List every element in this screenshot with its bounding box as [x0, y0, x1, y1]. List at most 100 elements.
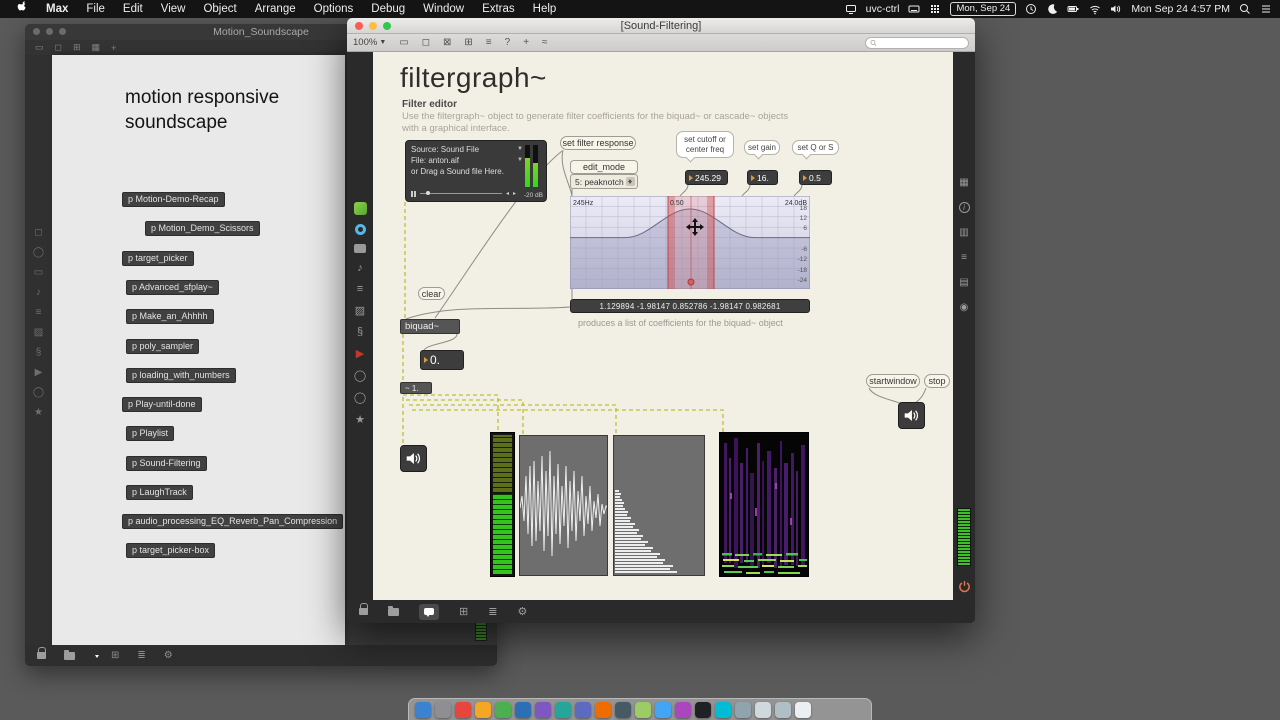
output-numberbox[interactable]: 0.	[420, 350, 464, 370]
fg-window-titlebar[interactable]: [Sound-Filtering]	[347, 18, 975, 34]
sig-object[interactable]: ~ 1.	[400, 382, 432, 394]
dac-toggle-button[interactable]	[898, 402, 925, 429]
message-box-icon[interactable]	[354, 244, 366, 253]
set-filter-response-message[interactable]: set filter response	[560, 136, 636, 150]
patch-motion-demo-recap[interactable]: p Motion-Demo-Recap	[122, 192, 225, 207]
search-input[interactable]	[880, 37, 964, 48]
stop-message[interactable]: stop	[924, 374, 950, 388]
sliders-icon[interactable]: ≡	[357, 283, 363, 295]
comment-icon[interactable]: ⊞	[73, 42, 81, 53]
coefficients-message[interactable]: 1.129894 -1.98147 0.852786 -1.98147 0.98…	[570, 299, 810, 313]
circle-icon[interactable]: ◯	[33, 247, 44, 258]
clear-message[interactable]: clear	[418, 287, 445, 300]
layers-icon[interactable]: ▤	[959, 277, 968, 288]
menu-help[interactable]: Help	[524, 0, 566, 18]
dock-icon[interactable]	[775, 701, 791, 718]
close-box-icon[interactable]: ⊠	[443, 37, 451, 48]
menu-edit[interactable]: Edit	[114, 0, 152, 18]
patch-laughtrack[interactable]: p LaughTrack	[126, 485, 193, 500]
patch-sound-filtering[interactable]: p Sound-Filtering	[126, 456, 207, 471]
object-icon[interactable]: ▭	[35, 42, 44, 53]
grid-icon[interactable]: ▦	[959, 177, 968, 188]
sliders-icon[interactable]: ≡	[36, 307, 42, 318]
patch-advanced-sfplay[interactable]: p Advanced_sfplay~	[126, 280, 219, 295]
menu-view[interactable]: View	[152, 0, 195, 18]
dock-icon[interactable]	[515, 701, 531, 718]
help-icon[interactable]: ?	[505, 37, 511, 48]
lock-icon[interactable]	[359, 603, 368, 615]
minimize-button[interactable]	[46, 28, 53, 35]
zoom-button[interactable]	[59, 28, 66, 35]
sound-source-panel[interactable]: Source: Sound File ▼ File: anton.aif ▼ or …	[405, 140, 547, 202]
star-icon[interactable]: ★	[355, 413, 365, 426]
frequency-numberbox[interactable]: 245.29	[685, 170, 728, 185]
dock-icon[interactable]	[415, 701, 431, 718]
image-icon[interactable]: ▨	[34, 327, 43, 338]
audio-icon[interactable]: ♪	[357, 262, 363, 274]
patch-motion-demo-scissors[interactable]: p Motion_Demo_Scissors	[145, 221, 260, 236]
transport-bar[interactable]: ◂ ▸	[411, 190, 516, 197]
menu-object[interactable]: Object	[194, 0, 245, 18]
image-icon[interactable]: ▨	[355, 304, 365, 317]
patch-poly-sampler[interactable]: p poly_sampler	[126, 339, 200, 354]
prev-icon[interactable]: ◂	[506, 190, 509, 197]
patch-cords-icon[interactable]: ≣	[488, 605, 497, 618]
objects-icon[interactable]: ▥	[959, 227, 968, 238]
list-icon[interactable]: ≡	[486, 37, 492, 48]
circle-icon[interactable]: ◯	[33, 387, 44, 398]
apple-menu-icon[interactable]	[8, 0, 37, 18]
patcher-canvas[interactable]: filtergraph~ Filter editor Use the filte…	[373, 52, 953, 600]
folder-icon[interactable]	[388, 605, 399, 616]
pause-icon[interactable]	[411, 190, 416, 197]
zoom-button[interactable]	[383, 22, 391, 30]
midi-icon[interactable]: ≈	[542, 37, 548, 48]
object-palette-icon[interactable]: ◻	[34, 227, 42, 238]
audio-toggle-button[interactable]	[400, 445, 427, 472]
console-button[interactable]	[419, 603, 439, 620]
uvc-ctrl-menu-extra[interactable]: uvc-ctrl	[866, 3, 900, 15]
date-menu-extra[interactable]: Mon, Sep 24	[950, 2, 1017, 16]
audio-icon[interactable]: ♪	[36, 287, 41, 298]
lock-icon[interactable]	[37, 647, 46, 659]
dock-icon[interactable]	[675, 701, 691, 718]
list-icon[interactable]: ≡	[961, 252, 967, 263]
wifi-icon[interactable]	[1089, 3, 1101, 15]
dock-icon[interactable]	[475, 701, 491, 718]
paperclip-icon[interactable]: §	[357, 326, 363, 338]
gain-numberbox[interactable]: 16.	[747, 170, 778, 185]
q-numberbox[interactable]: 0.5	[799, 170, 832, 185]
menu-extras[interactable]: Extras	[473, 0, 524, 18]
wrench-icon[interactable]: ⚙	[517, 605, 527, 618]
message-icon[interactable]: ◻	[55, 42, 62, 53]
moon-icon[interactable]	[1046, 3, 1058, 15]
dock-icon[interactable]	[495, 701, 511, 718]
jitter-icon[interactable]: ▶	[356, 347, 364, 360]
sound-filtering-window[interactable]: [Sound-Filtering] 100% ▼ ▭ ◻ ⊠ ⊞ ≡ ? + ≈ …	[347, 18, 975, 623]
presentation-icon[interactable]: ⊞	[464, 37, 472, 48]
dropdown-arrows-icon[interactable]	[626, 177, 635, 186]
audio-power-icon[interactable]	[958, 580, 971, 596]
dock-icon[interactable]	[735, 701, 751, 718]
chevron-down-icon[interactable]: ▼	[517, 155, 523, 166]
patch-audio-processing[interactable]: p audio_processing_EQ_Reverb_Pan_Compres…	[122, 514, 344, 529]
comment-icon[interactable]: ◻	[422, 37, 430, 48]
dock-icon[interactable]	[435, 701, 451, 718]
new-object-icon[interactable]: ▭	[399, 37, 408, 48]
dock-icon[interactable]	[755, 701, 771, 718]
circle-icon[interactable]: ◯	[354, 369, 366, 382]
menu-debug[interactable]: Debug	[362, 0, 414, 18]
patch-loading-with-numbers[interactable]: p loading_with_numbers	[126, 368, 236, 383]
menu-arrange[interactable]: Arrange	[246, 0, 305, 18]
battery-icon[interactable]	[1067, 3, 1080, 15]
seek-slider[interactable]	[420, 191, 502, 195]
dock-icon[interactable]	[635, 701, 651, 718]
grid-icon[interactable]: ⊞	[459, 605, 468, 618]
zoom-control[interactable]: 100% ▼	[353, 37, 386, 48]
patch-target-picker[interactable]: p target_picker	[122, 251, 194, 266]
folder-icon[interactable]	[64, 649, 75, 660]
menubar-clock[interactable]: Mon Sep 24 4:57 PM	[1131, 3, 1230, 15]
volume-icon[interactable]	[1110, 3, 1122, 15]
wrench-icon[interactable]: ⚙	[164, 650, 173, 661]
menu-max[interactable]: Max	[37, 0, 77, 18]
menu-window[interactable]: Window	[414, 0, 473, 18]
